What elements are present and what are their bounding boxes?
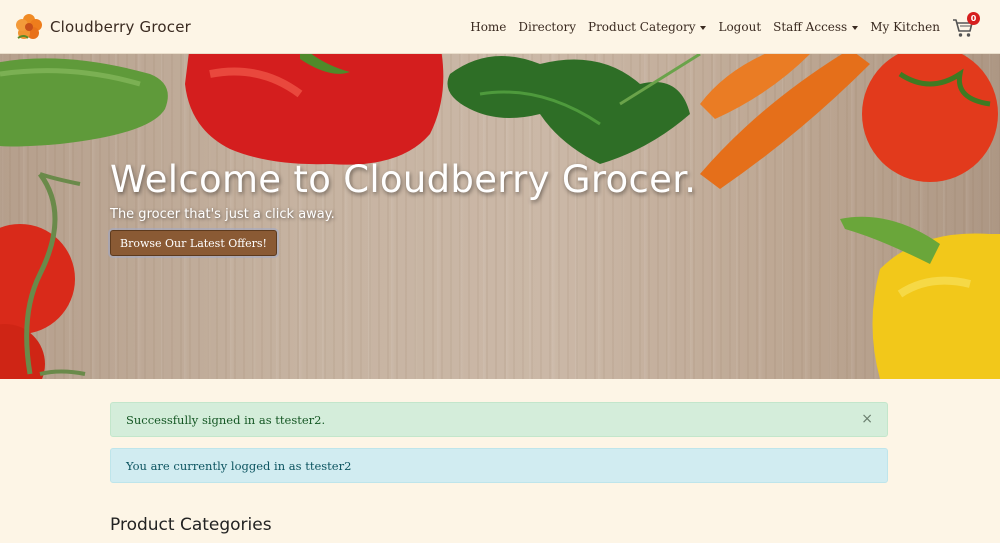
brand-name: Cloudberry Grocer xyxy=(50,17,191,36)
nav-my-kitchen[interactable]: My Kitchen xyxy=(870,20,940,34)
success-alert-message: Successfully signed in as ttester2. xyxy=(126,412,326,427)
hero-banner: Welcome to Cloudberry Grocer. The grocer… xyxy=(0,54,1000,379)
success-alert: Successfully signed in as ttester2. × xyxy=(110,402,888,437)
hero-title: Welcome to Cloudberry Grocer. xyxy=(110,158,697,201)
nav-staff-access-label: Staff Access xyxy=(773,20,848,34)
browse-offers-button[interactable]: Browse Our Latest Offers! xyxy=(110,230,277,256)
main-nav: Home Directory Product Category Logout S… xyxy=(458,0,980,54)
product-categories-heading: Product Categories xyxy=(110,515,272,535)
brand-link[interactable]: Cloudberry Grocer xyxy=(14,12,191,42)
info-alert: You are currently logged in as ttester2 xyxy=(110,448,888,483)
nav-product-category-label: Product Category xyxy=(588,20,696,34)
caret-down-icon xyxy=(700,25,707,30)
cart-button[interactable]: 0 xyxy=(952,12,980,38)
close-icon[interactable]: × xyxy=(861,411,873,427)
nav-product-category-dropdown[interactable]: Product Category xyxy=(588,20,707,34)
hero-subtitle: The grocer that's just a click away. xyxy=(110,207,335,222)
navbar: Cloudberry Grocer Home Directory Product… xyxy=(0,0,1000,54)
nav-directory[interactable]: Directory xyxy=(518,20,576,34)
info-alert-message: You are currently logged in as ttester2 xyxy=(126,458,352,473)
caret-down-icon xyxy=(852,25,859,30)
nav-staff-access-dropdown[interactable]: Staff Access xyxy=(773,20,859,34)
nav-home[interactable]: Home xyxy=(470,20,506,34)
cart-count-badge: 0 xyxy=(967,12,980,25)
cloudberry-flower-icon xyxy=(16,13,42,39)
nav-logout[interactable]: Logout xyxy=(718,20,761,34)
